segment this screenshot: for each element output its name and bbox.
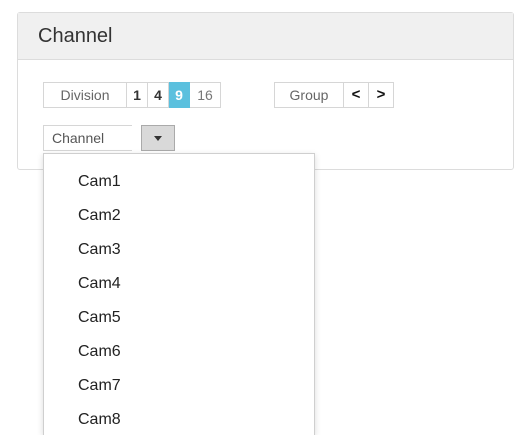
dropdown-item-cam7[interactable]: Cam7 — [78, 376, 121, 396]
dropdown-item-cam4[interactable]: Cam4 — [78, 274, 121, 294]
caret-down-icon — [154, 135, 162, 141]
channel-select-label[interactable]: Channel — [43, 125, 132, 151]
division-group: Division 1 4 9 16 — [43, 82, 221, 108]
dropdown-item-cam2[interactable]: Cam2 — [78, 206, 121, 226]
dropdown-item-cam8[interactable]: Cam8 — [78, 410, 121, 430]
group-nav: Group < > — [274, 82, 394, 108]
division-9-button[interactable]: 9 — [169, 82, 190, 108]
division-label: Division — [43, 82, 127, 108]
division-4-button[interactable]: 4 — [148, 82, 169, 108]
dropdown-item-cam1[interactable]: Cam1 — [78, 172, 121, 192]
division-16-button[interactable]: 16 — [190, 82, 221, 108]
chevron-left-icon[interactable]: < — [344, 82, 369, 108]
group-label: Group — [274, 82, 344, 108]
dropdown-item-cam6[interactable]: Cam6 — [78, 342, 121, 362]
channel-dropdown-menu: Cam1 Cam2 Cam3 Cam4 Cam5 Cam6 Cam7 Cam8 — [43, 153, 315, 435]
dropdown-item-cam5[interactable]: Cam5 — [78, 308, 121, 328]
division-1-button[interactable]: 1 — [127, 82, 148, 108]
panel-title: Channel — [18, 13, 513, 60]
channel-dropdown-toggle[interactable] — [141, 125, 175, 151]
chevron-right-icon[interactable]: > — [369, 82, 394, 108]
dropdown-item-cam3[interactable]: Cam3 — [78, 240, 121, 260]
